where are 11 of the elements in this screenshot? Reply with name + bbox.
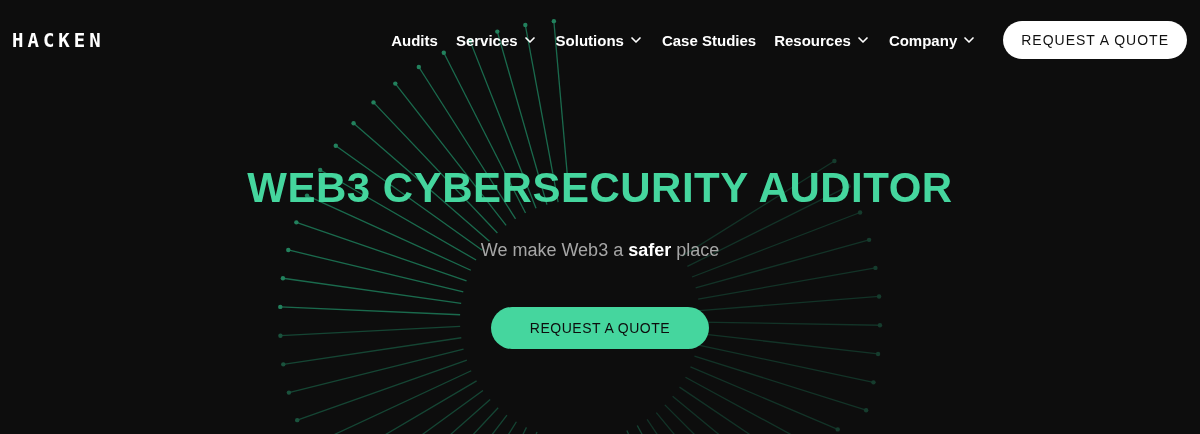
nav-link[interactable]: Case Studies	[661, 31, 757, 49]
request-quote-button[interactable]: REQUEST A QUOTE	[491, 307, 709, 349]
hero-subtitle: We make Web3 a safer place	[480, 240, 720, 261]
nav-link[interactable]: Audits	[391, 31, 438, 49]
logo[interactable]: HACKEN	[12, 29, 105, 51]
nav-menu[interactable]: Company	[888, 31, 978, 49]
nav-menu[interactable]: Services	[455, 31, 538, 49]
request-quote-button[interactable]: REQUEST A QUOTE	[1003, 21, 1187, 59]
nav-menu[interactable]: Resources	[774, 31, 871, 49]
nav-menu[interactable]: Solutions	[555, 31, 644, 49]
hero-title: WEB3 CYBERSECURITY AUDITOR	[247, 164, 953, 212]
